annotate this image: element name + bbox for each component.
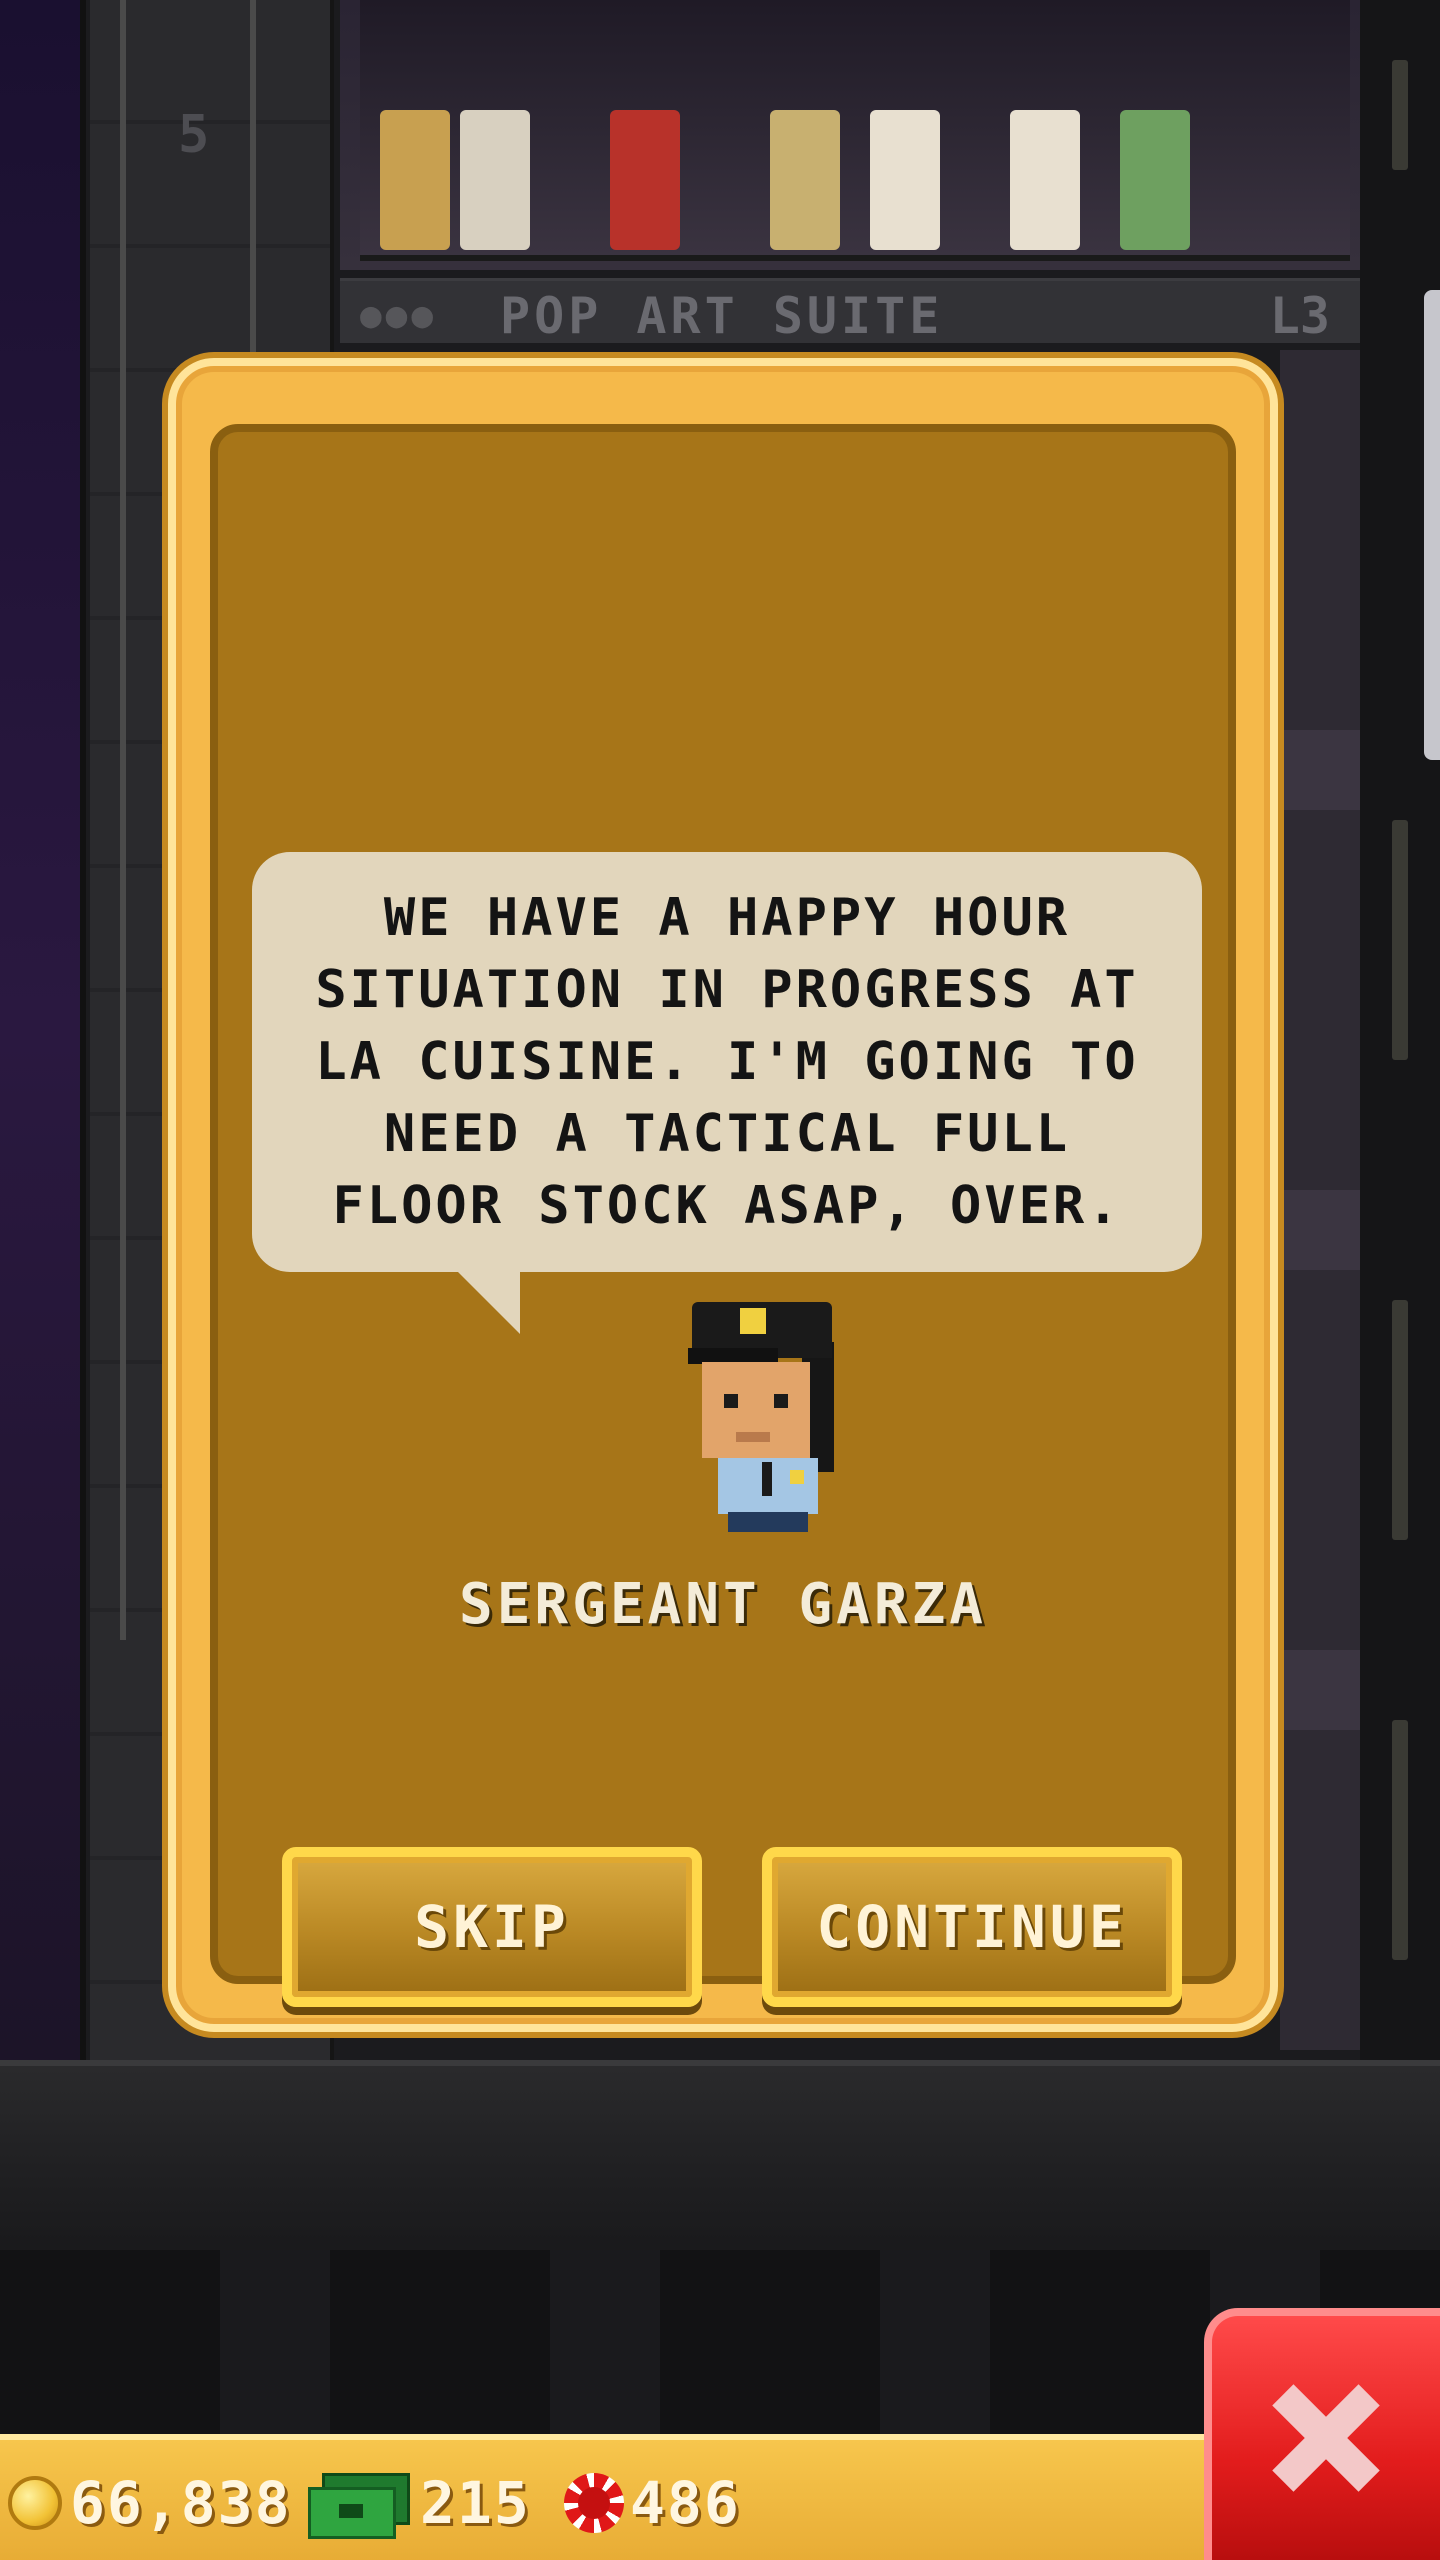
sprite-legs xyxy=(728,1512,808,1532)
sprite-eye xyxy=(774,1394,788,1408)
night-sky xyxy=(0,0,80,2060)
close-button[interactable] xyxy=(1204,2308,1440,2560)
chips-value: 486 xyxy=(630,2469,741,2537)
resident-sprite xyxy=(870,110,940,250)
green-cash-icon xyxy=(308,2473,410,2539)
floor-room-interior xyxy=(360,0,1350,261)
game-screen: 5 ●●● POP ART SUITE L3 WE HAVE A HAPPY H… xyxy=(0,0,1440,2560)
close-x-icon xyxy=(1271,2383,1381,2493)
resident-sprite xyxy=(1010,110,1080,250)
sprite-tie xyxy=(762,1462,772,1496)
lobby-ground xyxy=(0,2060,1440,2256)
people-icon: ●●● xyxy=(360,295,438,336)
window-light xyxy=(1392,1300,1408,1540)
currency-bar: 66,838 215 486 xyxy=(0,2434,1210,2560)
mission-dialog: WE HAVE A HAPPY HOUR SITUATION IN PROGRE… xyxy=(168,358,1278,2032)
bux-value: 215 xyxy=(420,2469,531,2537)
dialog-message: WE HAVE A HAPPY HOUR SITUATION IN PROGRE… xyxy=(315,888,1139,1236)
sprite-badge-star xyxy=(790,1470,804,1484)
police-officer-sprite xyxy=(688,1302,848,1532)
scrollbar[interactable] xyxy=(1424,290,1440,760)
decor-sprite xyxy=(380,110,450,250)
resident-sprite xyxy=(610,110,680,250)
floor-name: POP ART SUITE xyxy=(500,287,944,345)
resident-sprite xyxy=(770,110,840,250)
bux-counter[interactable]: 215 xyxy=(308,2468,531,2539)
sprite-eye xyxy=(724,1394,738,1408)
speaker-name: SERGEANT GARZA xyxy=(458,1572,987,1637)
sprite-face xyxy=(702,1362,810,1458)
resident-sprite xyxy=(460,110,530,250)
window-light xyxy=(1392,60,1408,170)
elevator-floor-number: 5 xyxy=(178,105,210,165)
continue-button[interactable]: CONTINUE xyxy=(762,1847,1182,2007)
speech-bubble-tail xyxy=(458,1272,520,1334)
window-light xyxy=(1392,1720,1408,1960)
sprite-mouth xyxy=(736,1432,770,1442)
shaft-rail xyxy=(120,0,126,1640)
coins-value: 66,838 xyxy=(70,2469,292,2537)
red-chip-icon xyxy=(564,2473,624,2533)
coins-counter[interactable]: 66,838 xyxy=(8,2468,292,2538)
adjacent-floor-rooms xyxy=(1280,350,1360,2050)
dialog-panel: WE HAVE A HAPPY HOUR SITUATION IN PROGRE… xyxy=(210,424,1236,2007)
gold-coin-icon xyxy=(8,2476,62,2530)
chips-counter[interactable]: 486 xyxy=(564,2468,741,2538)
floor-label-bar[interactable]: ●●● POP ART SUITE L3 xyxy=(340,278,1360,345)
resident-sprite xyxy=(1120,110,1190,250)
sprite-hat-badge xyxy=(740,1308,766,1334)
floor-level: L3 xyxy=(1269,287,1330,345)
speech-bubble: WE HAVE A HAPPY HOUR SITUATION IN PROGRE… xyxy=(252,852,1202,1272)
skip-button[interactable]: SKIP xyxy=(282,1847,702,2007)
window-light xyxy=(1392,820,1408,1060)
